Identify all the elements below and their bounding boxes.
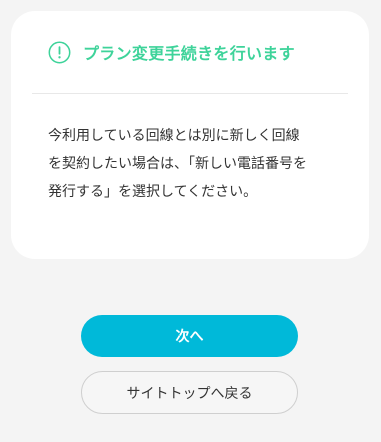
info-icon-dot	[58, 55, 61, 58]
card-body-text: 今利用している回線とは別に新しく回線 を契約したい場合は、「新しい電話番号を 発…	[48, 122, 348, 206]
info-circle-icon	[48, 41, 71, 63]
body-line-2: を契約したい場合は、「新しい電話番号を	[48, 156, 307, 172]
info-card: プラン変更手続きを行います 今利用している回線とは別に新しく回線 を契約したい場…	[11, 11, 369, 259]
next-button[interactable]: 次へ	[81, 315, 298, 357]
page: プラン変更手続きを行います 今利用している回線とは別に新しく回線 を契約したい場…	[0, 0, 381, 442]
body-line-1: 今利用している回線とは別に新しく回線	[48, 128, 300, 144]
card-divider	[32, 93, 348, 94]
body-line-3: 発行する」を選択してください。	[48, 184, 258, 200]
card-header: プラン変更手続きを行います	[11, 11, 369, 93]
card-title: プラン変更手続きを行います	[83, 44, 295, 63]
back-to-site-top-button[interactable]: サイトトップへ戻る	[81, 371, 298, 414]
